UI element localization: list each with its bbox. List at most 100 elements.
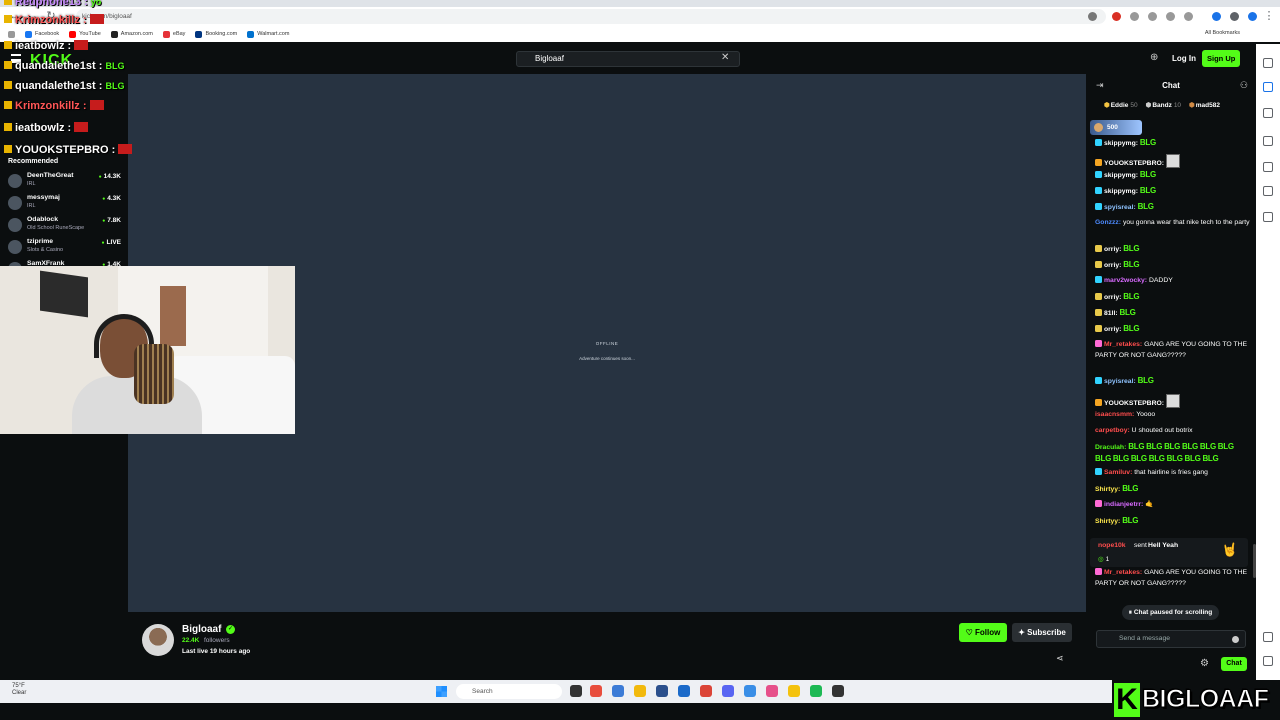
gear-icon[interactable]: ⚙ — [1200, 658, 1209, 669]
url-bar[interactable]: kick.com/bigloaaf — [76, 9, 1106, 24]
badge-icon — [1095, 187, 1102, 194]
chat-username[interactable]: Shirtyy: — [1095, 518, 1122, 525]
leaderboard-entry[interactable]: ⬢mad582 — [1189, 101, 1220, 109]
app-icon[interactable] — [678, 685, 690, 697]
chat-username[interactable]: spyisreal: — [1104, 204, 1138, 211]
bag-icon[interactable] — [1263, 108, 1273, 118]
all-bookmarks[interactable]: All Bookmarks — [1205, 30, 1240, 36]
extension-icon[interactable] — [1148, 12, 1157, 21]
chat-username[interactable]: carpetboy: — [1095, 427, 1132, 434]
leaderboard-entry[interactable]: ⬢Bandz 10 — [1146, 101, 1181, 109]
channel-name[interactable]: Bigloaaf — [182, 624, 221, 635]
chat-username[interactable]: indianjeetrr: — [1104, 501, 1145, 508]
extension-icon[interactable] — [1112, 12, 1121, 21]
chat-username[interactable]: spyisreal: — [1104, 378, 1138, 385]
chat-username[interactable]: skippymg: — [1104, 172, 1140, 179]
chat-username[interactable]: orriy: — [1104, 294, 1123, 301]
bookmark-ebay[interactable]: eBay — [162, 30, 185, 38]
chat-username[interactable]: orriy: — [1104, 326, 1123, 333]
extension-icon[interactable] — [1184, 12, 1193, 21]
search-input[interactable]: Bigloaaf — [516, 51, 740, 67]
app-icon[interactable] — [590, 685, 602, 697]
bookmark-facebook[interactable]: Facebook — [25, 30, 59, 38]
channel-category: IRL — [27, 203, 36, 209]
channel-avatar[interactable] — [142, 624, 174, 656]
chat-username[interactable]: orriy: — [1104, 262, 1123, 269]
chat-username[interactable]: Mr_retakes: — [1104, 341, 1144, 348]
folder-icon[interactable] — [634, 685, 646, 697]
task-view-icon[interactable] — [570, 685, 582, 697]
extension-icon[interactable] — [1130, 12, 1139, 21]
login-button[interactable]: Log In — [1166, 52, 1202, 65]
start-icon[interactable] — [436, 686, 447, 697]
bookmarks-bar: Facebook YouTube Amazon.com eBay Booking… — [0, 26, 1280, 42]
bookmark-walmart[interactable]: Walmart.com — [247, 30, 289, 38]
chat-paused-banner[interactable]: ⏸ Chat paused for scrolling — [1122, 605, 1219, 620]
chat-username[interactable]: Gonzzz: — [1095, 219, 1123, 226]
bookmark-booking[interactable]: Booking.com — [195, 30, 237, 38]
recommended-channel[interactable]: DeenTheGreat IRL 14.3K — [8, 172, 123, 194]
recommended-channel[interactable]: tziprime Slots & Casino LIVE — [8, 238, 123, 260]
chat-username[interactable]: skippymg: — [1104, 188, 1140, 195]
chat-icon[interactable] — [1263, 82, 1273, 92]
kicks-username[interactable]: nope10k — [1098, 542, 1126, 549]
chat-username[interactable]: Shirtyy: — [1095, 486, 1122, 493]
signup-button[interactable]: Sign Up — [1202, 50, 1241, 67]
add-icon[interactable] — [1263, 632, 1273, 642]
chat-username[interactable]: orriy: — [1104, 246, 1123, 253]
extension-icon[interactable] — [1166, 12, 1175, 21]
kicks-gift-card: nope10k sent Hell Yeah 1 🤘 — [1090, 538, 1248, 567]
sidepanel-icon[interactable] — [1212, 12, 1221, 21]
subscribe-button[interactable]: ✦ Subscribe — [1012, 623, 1072, 642]
chat-username[interactable]: isaacnsmm: — [1095, 411, 1136, 418]
chat-username[interactable]: YOUOKSTEPBRO: — [1104, 160, 1166, 167]
app-icon[interactable] — [656, 685, 668, 697]
recommended-channel[interactable]: messymaj IRL 4.3K — [8, 194, 123, 216]
leaderboard-entry[interactable]: ⬢Eddie 50 — [1104, 101, 1138, 109]
bookmark-amazon[interactable]: Amazon.com — [110, 30, 153, 38]
chat-username[interactable]: skippymg: — [1104, 140, 1140, 147]
bookmark-youtube[interactable]: YouTube — [69, 30, 101, 38]
tools-icon[interactable] — [1263, 136, 1273, 146]
app-icon[interactable] — [612, 685, 624, 697]
globe-icon[interactable]: ⊕ — [1150, 52, 1158, 63]
chat-username[interactable]: marv2wocky: — [1104, 277, 1149, 284]
chat-scrollbar[interactable] — [1253, 544, 1256, 578]
chat-username[interactable]: Samiluv: — [1104, 469, 1134, 476]
app-icon[interactable] — [788, 685, 800, 697]
chat-username[interactable]: 81ll: — [1104, 310, 1120, 317]
profile-icon[interactable] — [1230, 12, 1239, 21]
recommended-channel[interactable]: Odablock Old School RuneScape 7.8K — [8, 216, 123, 238]
star-icon[interactable] — [1088, 12, 1097, 21]
chat-username[interactable]: YOUOKSTEPBRO: — [1104, 400, 1166, 407]
weather-widget[interactable]: 75°F Clear — [12, 683, 26, 697]
close-icon[interactable] — [1263, 212, 1273, 222]
chrome-icon[interactable] — [700, 685, 712, 697]
clear-search-icon[interactable]: ✕ — [721, 52, 729, 63]
tag-icon[interactable] — [1263, 162, 1273, 172]
app-icon[interactable] — [766, 685, 778, 697]
settings-icon[interactable] — [1263, 656, 1273, 666]
users-icon[interactable]: ⚇ — [1240, 80, 1248, 91]
tab-strip — [0, 0, 1280, 7]
app-icon[interactable] — [744, 685, 756, 697]
spotify-icon[interactable] — [810, 685, 822, 697]
chat-username[interactable]: Mr_retakes: — [1104, 569, 1144, 576]
overlay-username: Redphone13 : — [15, 0, 91, 8]
chat-send-button[interactable]: Chat — [1221, 657, 1247, 671]
discord-icon[interactable] — [722, 685, 734, 697]
taskbar-search[interactable]: Search — [456, 684, 562, 699]
share-icon[interactable] — [1263, 186, 1273, 196]
emoji-icon[interactable] — [1232, 636, 1239, 643]
share-icon[interactable]: ⋖ — [1056, 653, 1064, 664]
follow-button[interactable]: ♡ Follow — [959, 623, 1007, 642]
shield-icon[interactable] — [1248, 12, 1257, 21]
home-icon[interactable] — [1263, 58, 1273, 68]
chat-message-input[interactable]: Send a message — [1096, 630, 1246, 648]
gift-goal-bar[interactable]: 500 — [1090, 120, 1142, 135]
weather-temp: 75°F — [12, 683, 25, 689]
chat-username[interactable]: Draculah: — [1095, 444, 1128, 451]
bookmark-apps-icon[interactable] — [8, 30, 15, 38]
app-icon[interactable] — [832, 685, 844, 697]
menu-kebab-icon[interactable]: ⋮ — [1262, 9, 1276, 23]
